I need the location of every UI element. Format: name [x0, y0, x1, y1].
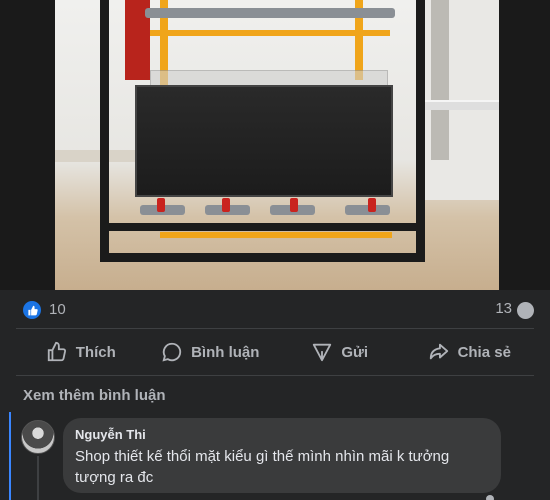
view-more-comments-link[interactable]: Xem thêm bình luận [23, 387, 166, 404]
comment-bubble: Nguyễn Thi Shop thiết kế thổi mặt kiểu g… [63, 418, 501, 493]
comment-highlight-bar [9, 412, 11, 500]
comment-bubble-icon[interactable] [517, 302, 534, 319]
photo-red-valve [157, 198, 165, 212]
photo-wall-pipe [419, 100, 499, 110]
comment-text: Shop thiết kế thổi mặt kiểu gì thế mình … [75, 448, 450, 486]
comment-icon [162, 342, 182, 362]
photo-red-valve [222, 198, 230, 212]
comment-button[interactable]: Bình luận [146, 331, 276, 373]
reaction-dot [486, 495, 494, 500]
thumbs-up-icon[interactable] [23, 301, 41, 319]
share-button-label: Chia sẻ [457, 343, 511, 361]
share-button[interactable]: Chia sẻ [405, 331, 535, 373]
comment-button-label: Bình luận [191, 343, 260, 361]
photo-column [431, 0, 449, 160]
thumbs-up-icon [47, 341, 66, 362]
reaction-bar: 10 13 [0, 293, 550, 327]
divider [16, 328, 534, 329]
comment-count[interactable]: 13 [495, 300, 512, 317]
like-button[interactable]: Thích [16, 331, 146, 373]
photo-yellow-pipe [160, 232, 392, 238]
post-actions: Thích Bình luận Gửi Chia sẻ [16, 331, 534, 373]
photo-tank [135, 85, 393, 197]
like-button-label: Thích [75, 343, 116, 361]
like-count[interactable]: 10 [49, 301, 66, 318]
photo-yellow-pipe [150, 30, 390, 36]
reply-thread-line [37, 456, 39, 500]
send-icon [313, 343, 332, 362]
send-button-label: Gửi [341, 343, 369, 361]
avatar[interactable] [21, 420, 55, 454]
photo-gray-pipe [145, 8, 395, 18]
divider [16, 375, 534, 376]
photo-stand-shelf [109, 223, 416, 231]
share-icon [429, 343, 448, 360]
comment-author[interactable]: Nguyễn Thi [75, 427, 489, 442]
photo-red-valve [368, 198, 376, 212]
photo-red-valve [290, 198, 298, 212]
post-photo-container[interactable] [0, 0, 550, 290]
send-button[interactable]: Gửi [275, 331, 405, 373]
